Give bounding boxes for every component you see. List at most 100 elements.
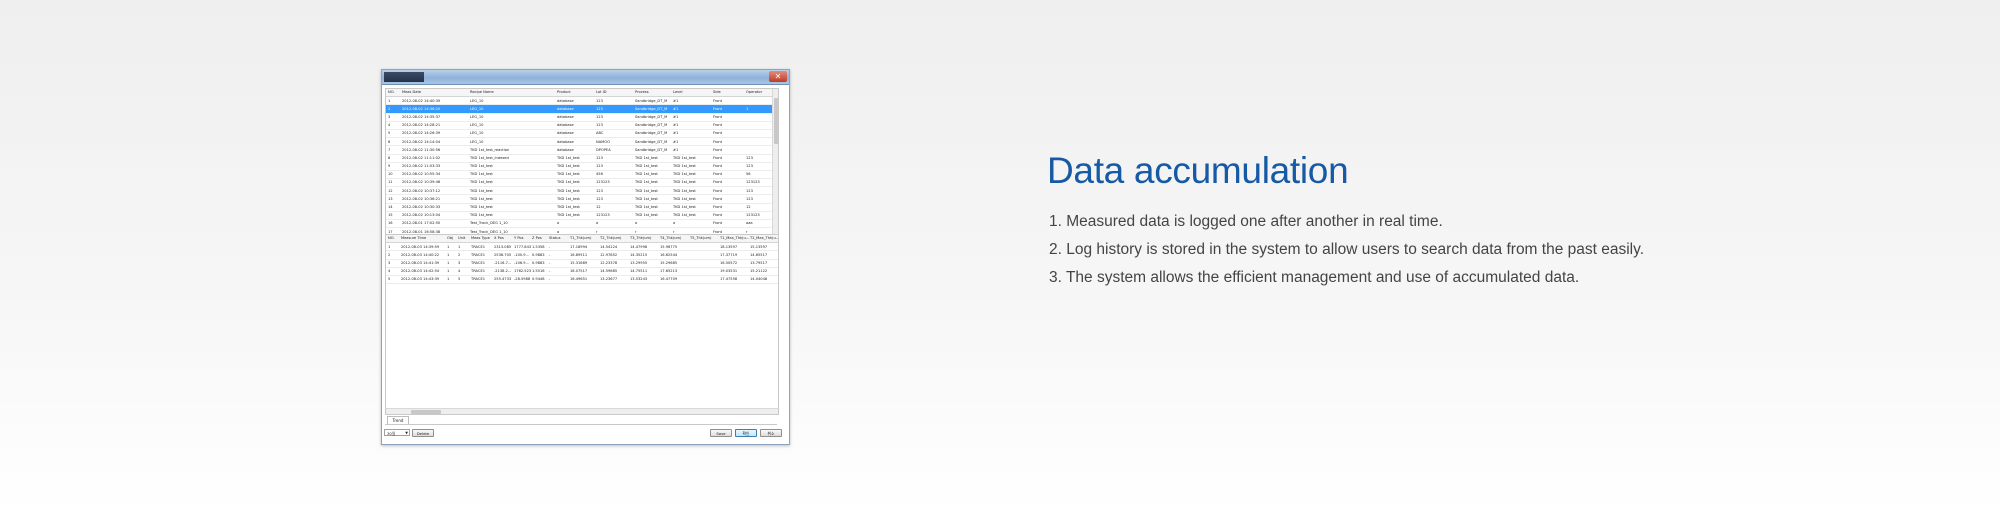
column-header: Y Pos bbox=[514, 236, 524, 241]
feature-item: 3. The system allows the efficient manag… bbox=[1049, 269, 1580, 286]
table-cell: 12 bbox=[388, 188, 393, 193]
column-header: Process bbox=[635, 90, 649, 95]
table-cell: 4 bbox=[458, 269, 461, 274]
table-cell: r bbox=[746, 229, 748, 234]
table-cell: -2138.2... bbox=[494, 269, 512, 274]
horizontal-scrollbar[interactable] bbox=[386, 408, 778, 414]
table-cell: 2012-08-03 14:43:39 bbox=[401, 277, 440, 282]
table-cell: Front bbox=[713, 213, 723, 218]
table-cell: r bbox=[673, 229, 675, 234]
table-row[interactable]: 3 2012-08-03 14:41:39 1 3 TRACE1 -2116.7... -1… bbox=[386, 260, 778, 268]
table-cell: 1 bbox=[746, 106, 749, 111]
table-row[interactable]: 2 2012-08-03 14:40:22 1 2 TRACE1 2536.705 -100… bbox=[386, 251, 778, 260]
table-cell: 123123 bbox=[746, 180, 760, 185]
column-header: Level bbox=[673, 90, 683, 95]
table-cell: 2012-08-02 10:37:12 bbox=[402, 188, 441, 193]
table-row[interactable]: 4 2012-08-02 14:28:21 LEG_10 database 123 San… bbox=[386, 122, 778, 130]
table-cell: TKD 1st_test bbox=[673, 172, 696, 177]
column-header: Obj bbox=[447, 236, 454, 241]
table-cell: 2012-08-02 11:03:33 bbox=[402, 164, 441, 169]
table-row[interactable]: 10 2012-08-02 10:55:34 TKD 1st_test TKD 1st… bbox=[386, 171, 778, 180]
table-cell: TKD 1st_test bbox=[673, 188, 696, 193]
table-row[interactable]: 9 2012-08-02 11:03:33 TKD 1st_test TKD 1st_… bbox=[386, 163, 778, 171]
table-cell: TKD 1st_test bbox=[557, 172, 580, 177]
table-cell: 12.23378 bbox=[600, 260, 618, 265]
table-row[interactable]: 2 2012-08-02 14:36:20 LEG_10 database 123 San… bbox=[386, 105, 778, 114]
table-row[interactable]: 12 2012-08-02 10:37:12 TKD 1st_test TKD 1st… bbox=[386, 187, 778, 196]
column-header: T4_Thk(um) bbox=[660, 236, 682, 241]
table-cell: #1 bbox=[673, 139, 679, 144]
table-cell: 123 bbox=[596, 106, 603, 111]
table-cell: 56 bbox=[746, 172, 751, 177]
table-cell: 15.21122 bbox=[750, 269, 768, 274]
table-cell: TKD 1st_test bbox=[673, 155, 696, 160]
table-cell: 16.47709 bbox=[660, 277, 678, 282]
table-cell: TKD 1st_test bbox=[470, 213, 493, 218]
table-row[interactable]: 13 2012-08-02 10:36:21 TKD 1st_test TKD 1st… bbox=[386, 195, 778, 204]
table-cell: 123 bbox=[746, 188, 753, 193]
table-cell: 15.96775 bbox=[660, 244, 678, 249]
table-cell: 2012-08-02 14:35:37 bbox=[402, 114, 441, 119]
table-row[interactable]: 8 2012-08-02 11:11:02 TKD 1st_test_indexed… bbox=[386, 155, 778, 163]
table-cell: 1 bbox=[458, 244, 461, 249]
delete-button[interactable]: Delete bbox=[412, 429, 434, 437]
table-row[interactable]: 6 2012-08-02 14:14:04 LEG_10 database NAMOO S… bbox=[386, 138, 778, 147]
table-cell: 2012-08-02 10:55:34 bbox=[402, 172, 441, 177]
table-cell: r bbox=[596, 229, 598, 234]
column-header: Operator bbox=[746, 90, 763, 95]
table-cell: 2012-08-02 10:39:46 bbox=[402, 180, 441, 185]
tab-trend[interactable]: Trend bbox=[387, 416, 409, 424]
table-cell: 123123 bbox=[596, 180, 610, 185]
table-cell: 2012-08-02 11:11:02 bbox=[402, 155, 441, 160]
chevron-down-icon: ▼ bbox=[405, 431, 408, 435]
table-cell: 1 bbox=[447, 269, 450, 274]
table-row[interactable]: 3 2012-08-02 14:35:37 LEG_10 database 123 San… bbox=[386, 114, 778, 122]
table-cell: 2012-08-03 14:39:59 bbox=[401, 244, 440, 249]
table-row[interactable]: 14 2012-08-02 10:30:33 TKD 1st_test TKD 1st… bbox=[386, 204, 778, 212]
table-cell: Front bbox=[713, 164, 723, 169]
table-row[interactable]: 11 2012-08-02 10:39:46 TKD 1st_test TKD 1st… bbox=[386, 179, 778, 188]
table-cell: LEG_10 bbox=[470, 123, 484, 128]
column-header: X Pos bbox=[494, 236, 504, 241]
table-cell: TKD 1st_test bbox=[673, 196, 696, 201]
table-cell: 1 bbox=[388, 98, 391, 103]
table-row[interactable]: 16 2012-08-01 17:02:50 Test_Track_DEG 1_10… bbox=[386, 220, 778, 229]
table-cell: TKD 1st_test bbox=[635, 188, 658, 193]
table-cell: database bbox=[557, 131, 574, 136]
table-row[interactable]: 5 2012-08-03 14:43:39 1 5 TRACE1 255.4733 -28.… bbox=[386, 276, 778, 285]
table-row[interactable]: 15 2012-08-02 10:13:04 TKD 1st_test TKD 1st… bbox=[386, 212, 778, 220]
table-cell: 0.9448 bbox=[532, 277, 545, 282]
table-cell: 5 bbox=[388, 277, 391, 282]
table-row[interactable]: 7 2012-08-02 11:30:56 TKD 1st_test_reactio… bbox=[386, 146, 778, 155]
confirm-button[interactable]: 확인 bbox=[735, 429, 757, 437]
table-cell: 7 bbox=[388, 147, 391, 152]
table-row[interactable]: 1 2012-08-02 14:40:39 LEG_10 database 123 San… bbox=[386, 97, 778, 106]
column-header: Lot ID bbox=[596, 90, 607, 95]
table-cell: Front bbox=[713, 123, 723, 128]
table-cell: 17.47558 bbox=[720, 277, 738, 282]
table-cell: - bbox=[549, 277, 551, 282]
cancel-button[interactable]: 취소 bbox=[760, 429, 782, 437]
period-select[interactable]: 30일 ▼ bbox=[384, 429, 410, 436]
table-cell: 14.75511 bbox=[630, 269, 648, 274]
table-cell: TKD 1st_test bbox=[557, 188, 580, 193]
table-cell: TKD 1st_test bbox=[635, 196, 658, 201]
table-cell: - bbox=[549, 260, 551, 265]
close-icon[interactable]: ✕ bbox=[769, 71, 787, 82]
save-button[interactable]: Save bbox=[710, 429, 732, 437]
column-header: Meas Date bbox=[402, 90, 422, 95]
table-cell: 2 bbox=[388, 252, 391, 257]
table-row[interactable]: 4 2012-08-03 14:42:54 1 4 TRACE1 -2138.2... 17… bbox=[386, 268, 778, 276]
table-cell: - bbox=[549, 252, 551, 257]
table-cell: 255.4733 bbox=[494, 277, 512, 282]
table-cell: TKD 1st_test_reaction bbox=[470, 147, 510, 152]
table-cell: 2 bbox=[458, 252, 461, 257]
table-cell: Front bbox=[713, 155, 723, 160]
table-row[interactable]: 5 2012-08-02 14:26:39 LEG_10 database ABC San… bbox=[386, 130, 778, 139]
table-cell: TRACE1 bbox=[471, 277, 486, 282]
table-cell: 18.13597 bbox=[720, 244, 738, 249]
table-cell: DPOPEA bbox=[596, 147, 611, 152]
table-row[interactable]: 1 2012-08-03 14:39:59 1 1 TRACE1 2313.085 1777… bbox=[386, 243, 778, 252]
table-cell: 14.59685 bbox=[600, 269, 618, 274]
vertical-scrollbar[interactable] bbox=[772, 89, 778, 242]
